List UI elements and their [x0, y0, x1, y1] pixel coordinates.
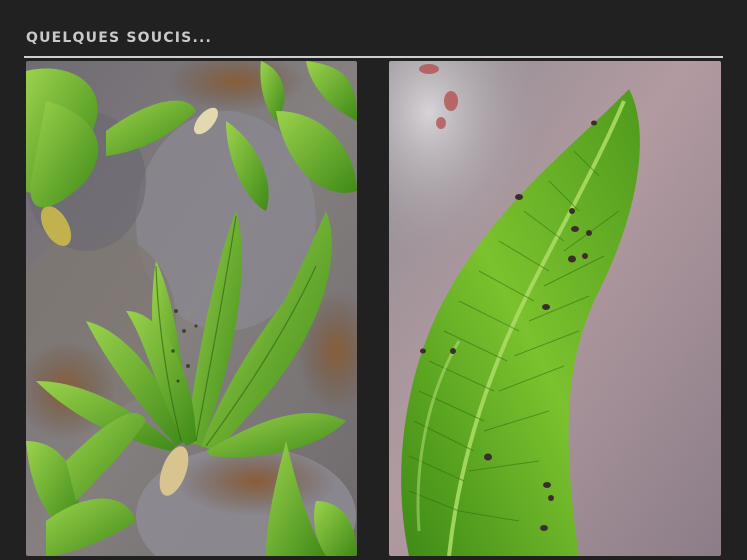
spotted-frond-photo — [389, 61, 721, 556]
slide-title: QUELQUES SOUCIS... — [26, 30, 213, 46]
spotted-frond-illustration — [389, 61, 721, 556]
fern-plant-illustration — [26, 61, 357, 556]
title-divider — [24, 56, 723, 58]
fern-plant-photo — [26, 61, 357, 556]
